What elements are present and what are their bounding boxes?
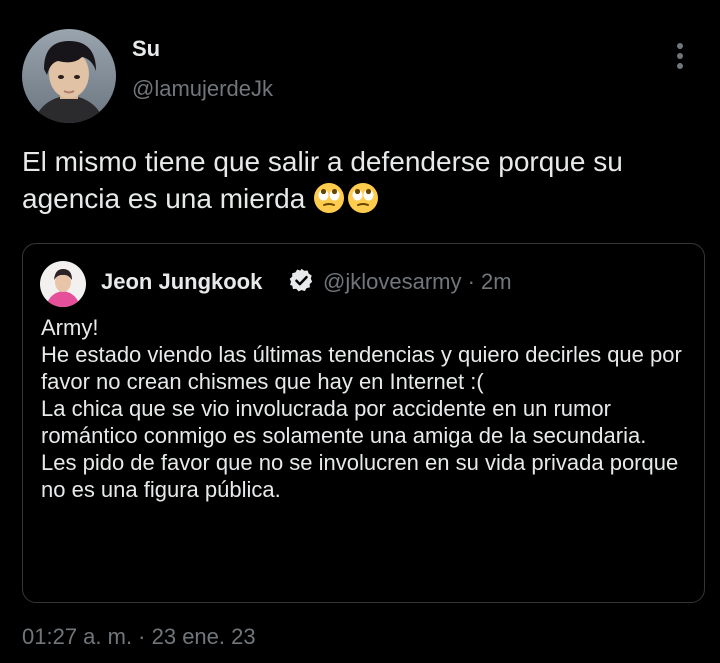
quoted-tweet-text: Army! He estado viendo las últimas tende… xyxy=(41,315,682,502)
tweet-text: El mismo tiene que salir a defenderse po… xyxy=(22,143,706,223)
quoted-author-name[interactable]: Jeon Jungkook xyxy=(101,269,262,295)
quoted-author-avatar[interactable] xyxy=(40,261,86,307)
quoted-meta: @jklovesarmy · 2m xyxy=(323,269,512,295)
verified-badge-icon xyxy=(288,267,315,294)
quoted-author-handle[interactable]: @jklovesarmy xyxy=(323,269,461,294)
author-handle[interactable]: @lamujerdeJk xyxy=(132,76,273,102)
more-vertical-icon xyxy=(677,43,683,69)
rolling-eyes-emoji-icon xyxy=(347,182,379,223)
quoted-tweet[interactable]: Jeon Jungkook @jklovesarmy · 2m Army! He… xyxy=(22,243,705,603)
author-name[interactable]: Su xyxy=(132,36,160,62)
meta-separator: · xyxy=(467,269,475,294)
author-avatar[interactable] xyxy=(22,29,116,123)
more-options-button[interactable] xyxy=(664,40,696,72)
rolling-eyes-emoji-icon xyxy=(313,182,345,223)
tweet-timestamp[interactable]: 01:27 a. m. · 23 ene. 23 xyxy=(22,624,256,650)
quoted-time[interactable]: 2m xyxy=(481,269,512,294)
